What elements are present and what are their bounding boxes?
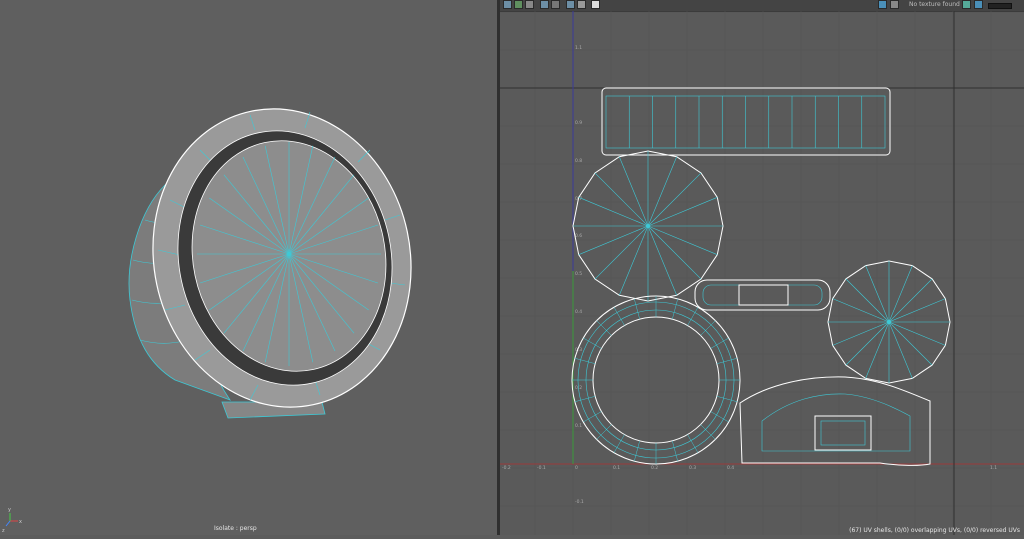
u-tick: 0.1 xyxy=(613,465,620,471)
v-tick: -0.1 xyxy=(575,499,584,505)
v-tick: 0.8 xyxy=(575,158,582,164)
u-tick: 0.3 xyxy=(689,465,696,471)
axis-x-label: x xyxy=(19,519,22,525)
uv-shell-stand[interactable] xyxy=(739,376,931,466)
u-tick: 0.2 xyxy=(651,465,658,471)
u-tick: -0.1 xyxy=(537,465,546,471)
perspective-scene: x y z xyxy=(2,108,412,534)
uv-filter-icon[interactable] xyxy=(577,0,586,9)
uv-canvas: 1.1 0.9 0.8 0.7 0.6 0.5 0.4 0.3 0.2 0.1 … xyxy=(500,11,1024,535)
uv-grid-icon[interactable] xyxy=(503,0,512,9)
uv-shell-strip[interactable] xyxy=(601,87,891,156)
uv-shell-status: (67) UV shells, (0/0) overlapping UVs, (… xyxy=(849,527,1020,534)
v-tick: 1.1 xyxy=(575,45,582,51)
color-manage-icon[interactable] xyxy=(962,0,971,9)
uv-snapshot-icon[interactable] xyxy=(566,0,575,9)
u-tick: -0.2 xyxy=(502,465,511,471)
uv-editor-panel[interactable]: No texture found 1.1 0.9 0.8 0.7 0.6 0.5… xyxy=(500,0,1024,535)
axis-gizmo: x y z xyxy=(2,507,22,534)
v-tick: 0.6 xyxy=(575,233,582,239)
uv-dim-icon[interactable] xyxy=(551,0,560,9)
uv-shell-disc-right[interactable] xyxy=(827,260,951,384)
uv-shell-ring[interactable] xyxy=(571,295,741,465)
exposure-slider[interactable] xyxy=(988,3,1012,9)
exposure-icon[interactable] xyxy=(974,0,983,9)
uv-image-icon[interactable] xyxy=(525,0,534,9)
v-tick: 0.1 xyxy=(575,423,582,429)
v-tick: 0.5 xyxy=(575,271,582,277)
v-tick: 0.4 xyxy=(575,309,582,315)
uv-checker-icon[interactable] xyxy=(540,0,549,9)
axis-y-label: y xyxy=(8,507,11,513)
uv-shell-icon[interactable] xyxy=(514,0,523,9)
texture-display-icon[interactable] xyxy=(878,0,887,9)
texture-status: No texture found xyxy=(909,1,960,8)
axis-z-label: z xyxy=(2,528,5,534)
u-tick: 1.1 xyxy=(990,465,997,471)
camera-icon[interactable] xyxy=(591,0,600,9)
face-center-vertex xyxy=(287,252,291,256)
u-tick: 0 xyxy=(575,465,578,471)
checker-pattern-icon[interactable] xyxy=(890,0,899,9)
uv-shell-disc-left[interactable] xyxy=(572,150,724,302)
perspective-viewport[interactable]: x y z Isolate : persp xyxy=(0,0,497,535)
u-tick: 0.4 xyxy=(727,465,734,471)
v-tick: 0.9 xyxy=(575,120,582,126)
uv-shell-pill[interactable] xyxy=(694,279,831,311)
viewport-camera-label: Isolate : persp xyxy=(214,525,257,532)
